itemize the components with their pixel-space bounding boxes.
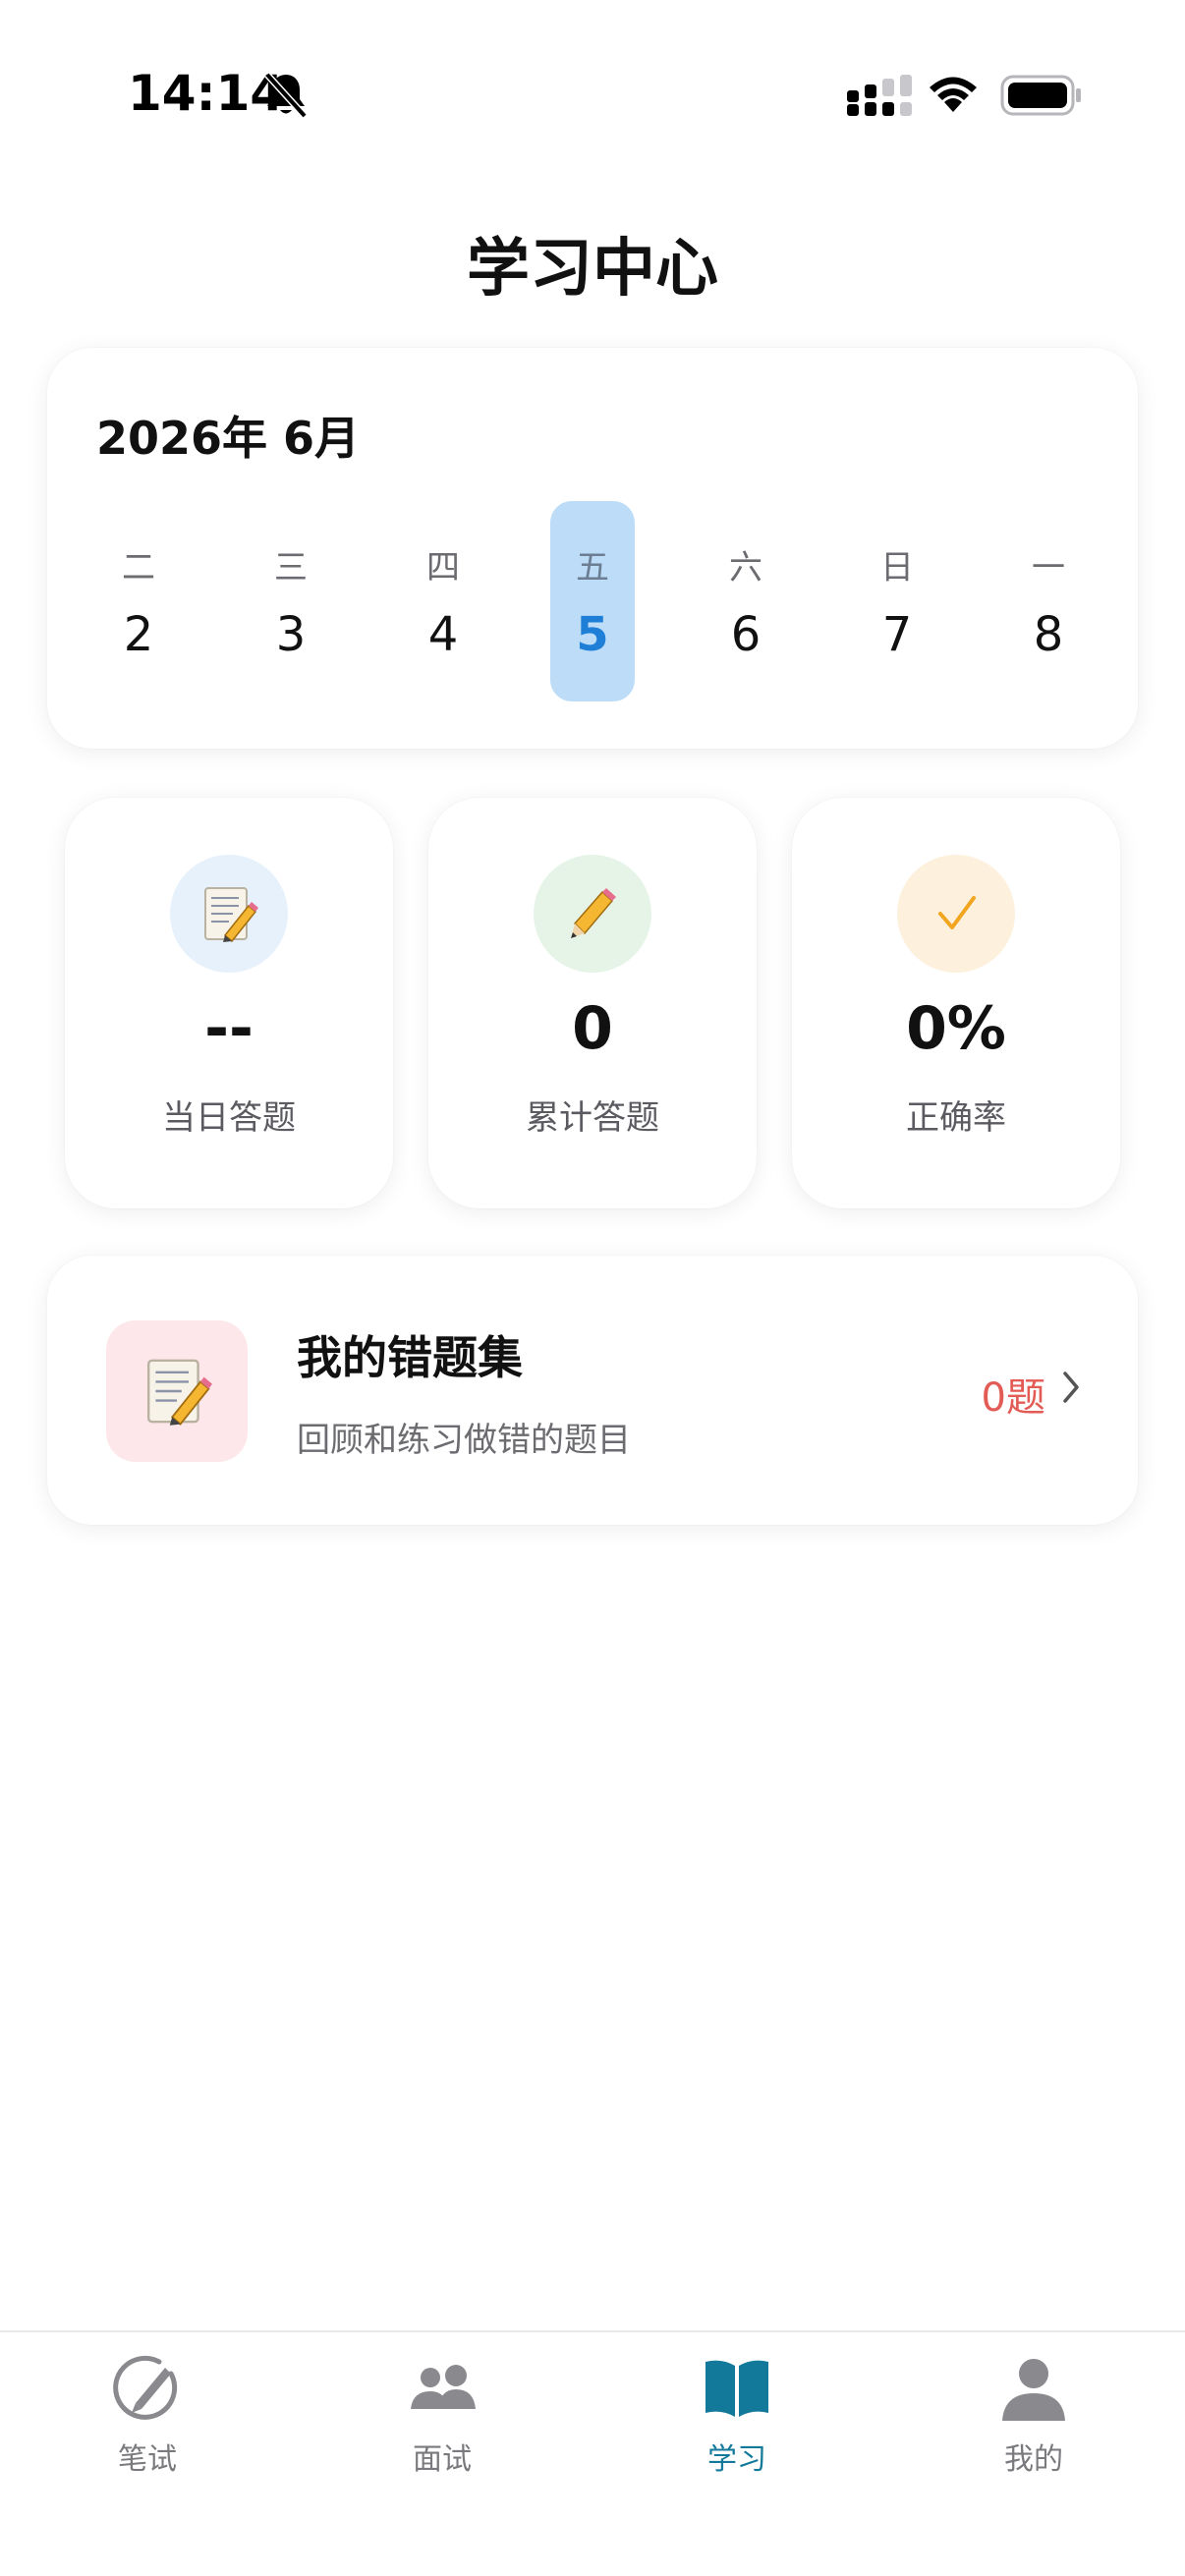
memo-icon bbox=[147, 1359, 212, 1426]
week-calendar-card: 2026年 6月 二 2 三 3 四 4 五 5 六 6 日 7 一 8 bbox=[47, 348, 1138, 749]
calendar-day[interactable]: 六 6 bbox=[704, 501, 788, 701]
wrong-questions-count: 0题 bbox=[981, 1375, 1045, 1421]
wrong-questions-subtitle: 回顾和练习做错的题目 bbox=[297, 1421, 631, 1460]
calendar-date: 3 bbox=[275, 607, 307, 662]
status-time: 14:14 bbox=[128, 65, 285, 122]
calendar-weekday: 二 bbox=[122, 548, 155, 588]
wrong-questions-title: 我的错题集 bbox=[297, 1331, 523, 1384]
stat-icon-badge bbox=[534, 855, 651, 973]
calendar-weekday: 一 bbox=[1032, 548, 1065, 588]
learning-center-screen: 14:14 学习中心 2026年 6月 二 2 三 3 四 4 五 5 六 6 … bbox=[0, 0, 1185, 2576]
calendar-weekday: 三 bbox=[274, 548, 308, 588]
tab-label: 学习 bbox=[707, 2442, 766, 2477]
cellular-signal-icon bbox=[847, 75, 912, 116]
tab-interview[interactable]: 面试 bbox=[344, 2352, 540, 2480]
calendar-day-selected[interactable]: 五 5 bbox=[550, 501, 635, 701]
stat-card-total-answers: 0 累计答题 bbox=[428, 798, 757, 1208]
stat-label: 当日答题 bbox=[162, 1098, 296, 1138]
calendar-date: 7 bbox=[881, 607, 913, 662]
stat-label: 累计答题 bbox=[526, 1098, 659, 1138]
calendar-weekday: 六 bbox=[729, 548, 762, 588]
stat-icon-badge bbox=[170, 855, 288, 973]
calendar-date: 5 bbox=[576, 607, 609, 662]
calendar-day[interactable]: 日 7 bbox=[855, 501, 939, 701]
page-title: 学习中心 bbox=[467, 233, 718, 306]
bottom-tab-bar: 笔试 面试 学习 我的 bbox=[0, 2330, 1185, 2576]
calendar-day[interactable]: 三 3 bbox=[249, 501, 333, 701]
calendar-date: 6 bbox=[730, 607, 762, 662]
stat-icon-badge bbox=[897, 855, 1015, 973]
stat-label: 正确率 bbox=[906, 1098, 1006, 1138]
calendar-day[interactable]: 一 8 bbox=[1006, 501, 1091, 701]
battery-icon bbox=[1000, 75, 1081, 116]
tab-study[interactable]: 学习 bbox=[639, 2352, 835, 2480]
chevron-right-icon bbox=[1063, 1372, 1079, 1403]
wrong-questions-icon-badge bbox=[106, 1320, 248, 1462]
tab-label: 面试 bbox=[413, 2442, 472, 2477]
calendar-weekday: 日 bbox=[880, 548, 914, 588]
calendar-day[interactable]: 四 4 bbox=[401, 501, 485, 701]
tab-profile[interactable]: 我的 bbox=[935, 2352, 1132, 2480]
wifi-icon bbox=[930, 77, 977, 112]
tab-label: 笔试 bbox=[118, 2442, 177, 2477]
person-icon bbox=[1002, 2359, 1065, 2421]
tab-label: 我的 bbox=[1004, 2442, 1063, 2477]
tab-written-test[interactable]: 笔试 bbox=[49, 2352, 246, 2480]
stat-value: 0% bbox=[906, 994, 1006, 1063]
status-bar: 14:14 bbox=[0, 0, 1185, 187]
stat-card-accuracy: 0% 正确率 bbox=[792, 798, 1120, 1208]
stat-value: -- bbox=[204, 994, 254, 1063]
people-icon bbox=[411, 2365, 476, 2409]
calendar-weekday: 五 bbox=[576, 548, 609, 588]
calendar-day[interactable]: 二 2 bbox=[96, 501, 181, 701]
memo-icon bbox=[204, 887, 258, 943]
wrong-questions-card[interactable]: 我的错题集 回顾和练习做错的题目 0题 bbox=[47, 1256, 1138, 1525]
calendar-date: 2 bbox=[123, 607, 154, 662]
stat-value: 0 bbox=[572, 994, 613, 1063]
stat-card-daily-answers: -- 当日答题 bbox=[65, 798, 393, 1208]
checkmark-icon bbox=[938, 896, 976, 929]
pen-circle-icon bbox=[113, 2355, 178, 2420]
book-icon bbox=[705, 2360, 768, 2417]
calendar-month-label: 2026年 6月 bbox=[96, 412, 361, 465]
calendar-date: 8 bbox=[1033, 607, 1064, 662]
pencil-icon bbox=[571, 888, 616, 938]
calendar-weekday: 四 bbox=[426, 548, 460, 588]
bell-muted-icon bbox=[264, 72, 308, 119]
calendar-date: 4 bbox=[427, 607, 459, 662]
